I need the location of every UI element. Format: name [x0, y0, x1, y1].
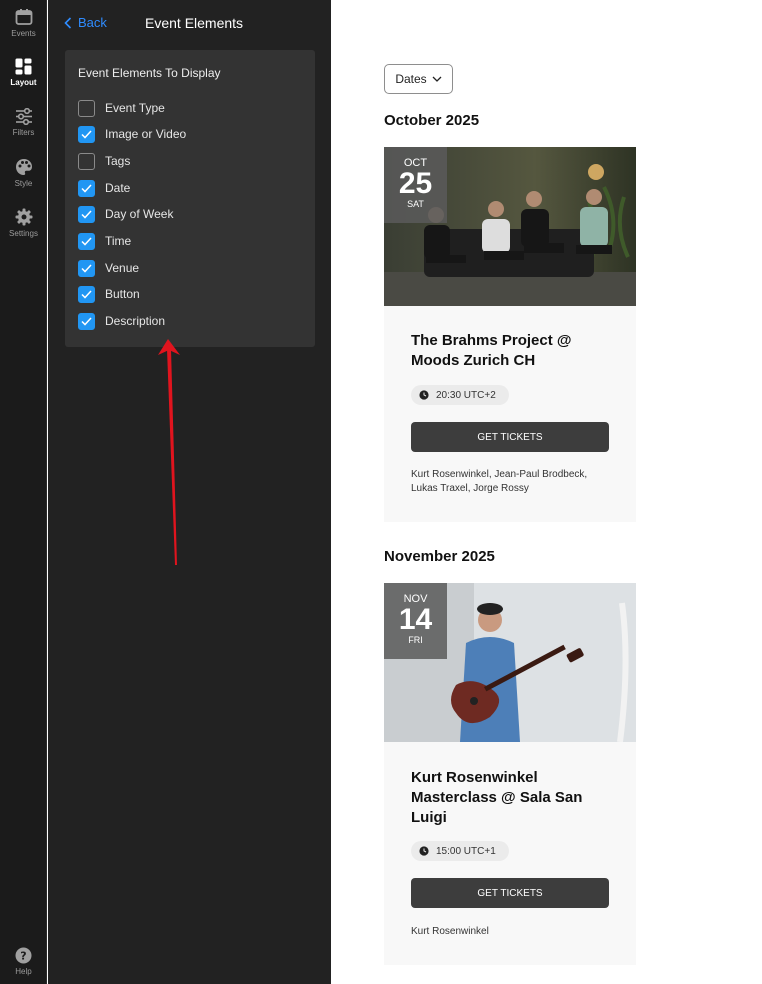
event-image[interactable]: OCT 25 SAT	[384, 147, 636, 306]
event-title[interactable]: Kurt Rosenwinkel Masterclass @ Sala San …	[411, 768, 611, 828]
option-event-type[interactable]: Event Type	[78, 99, 165, 117]
calendar-icon	[15, 9, 32, 25]
option-label: Venue	[105, 261, 140, 275]
option-day-of-week[interactable]: Day of Week	[78, 205, 173, 223]
option-tags[interactable]: Tags	[78, 152, 130, 170]
checkbox[interactable]	[78, 259, 95, 277]
event-time: 20:30 UTC+2	[411, 385, 509, 405]
calendar-preview: Dates October 2025 OCT 25 SAT The Brahms…	[331, 0, 762, 984]
check-icon	[81, 236, 92, 246]
date-weekday: FRI	[408, 635, 423, 645]
rail-label: Style	[14, 179, 33, 188]
sliders-icon	[15, 108, 32, 125]
date-day: 25	[398, 167, 433, 200]
checkbox[interactable]	[78, 312, 95, 330]
option-time[interactable]: Time	[78, 232, 131, 250]
checkbox[interactable]	[78, 99, 95, 117]
event-image[interactable]: NOV 14 FRI	[384, 583, 636, 742]
checkbox[interactable]	[78, 125, 95, 143]
palette-icon	[15, 159, 32, 175]
checkbox[interactable]	[78, 205, 95, 223]
option-label: Image or Video	[105, 127, 187, 141]
option-label: Description	[105, 314, 166, 328]
date-badge: NOV 14 FRI	[384, 583, 447, 659]
event-card: NOV 14 FRI Kurt Rosenwinkel Masterclass …	[384, 583, 636, 965]
rail-item-style[interactable]: Style	[0, 158, 47, 188]
rail-label: Help	[15, 967, 32, 976]
clock-icon	[419, 846, 429, 856]
card-title: Event Elements To Display	[78, 66, 221, 80]
event-description: Kurt Rosenwinkel, Jean-Paul Brodbeck, Lu…	[411, 469, 588, 494]
gear-icon	[15, 208, 32, 226]
date-weekday: SAT	[407, 199, 424, 209]
checkbox[interactable]	[78, 232, 95, 250]
month-heading: October 2025	[384, 112, 480, 129]
get-tickets-button[interactable]: GET TICKETS	[411, 878, 609, 908]
checkbox[interactable]	[78, 152, 95, 170]
back-label: Back	[78, 15, 107, 30]
event-description: Kurt Rosenwinkel	[411, 926, 489, 937]
annotation-arrow	[158, 339, 180, 565]
event-time-text: 15:00 UTC+1	[436, 845, 496, 857]
option-button[interactable]: Button	[78, 285, 140, 303]
layout-icon	[15, 58, 32, 75]
rail-item-events[interactable]: Events	[0, 8, 47, 38]
get-tickets-button[interactable]: GET TICKETS	[411, 422, 609, 452]
rail-item-settings[interactable]: Settings	[0, 208, 47, 238]
rail-item-layout[interactable]: Layout	[0, 58, 47, 87]
rail-label: Settings	[9, 229, 38, 238]
rail-label: Filters	[12, 128, 35, 137]
option-description[interactable]: Description	[78, 312, 165, 330]
dates-dropdown-label: Dates	[395, 72, 427, 86]
option-label: Date	[105, 181, 131, 195]
dates-dropdown[interactable]: Dates	[384, 64, 453, 94]
option-label: Time	[105, 234, 132, 248]
event-card: OCT 25 SAT The Brahms Project @ Moods Zu…	[384, 147, 636, 522]
option-label: Button	[105, 287, 140, 301]
help-icon: ?	[15, 947, 32, 964]
date-badge: OCT 25 SAT	[384, 147, 447, 223]
chevron-left-icon	[64, 16, 72, 29]
month-heading: November 2025	[384, 548, 495, 565]
chevron-down-icon	[432, 76, 442, 82]
svg-text:?: ?	[20, 950, 26, 963]
event-time-text: 20:30 UTC+2	[436, 389, 496, 401]
date-day: 14	[398, 603, 433, 636]
check-icon	[81, 209, 92, 219]
settings-panel: Back Event Elements Event Elements To Di…	[48, 0, 331, 984]
event-elements-card: Event Elements To Display Event Type Ima…	[65, 50, 315, 347]
check-icon	[81, 316, 92, 326]
rail-label: Events	[11, 29, 36, 38]
rail-label: Layout	[10, 78, 37, 87]
option-venue[interactable]: Venue	[78, 259, 139, 277]
option-label: Tags	[105, 154, 131, 168]
check-icon	[81, 183, 92, 193]
check-icon	[81, 263, 92, 273]
checkbox[interactable]	[78, 285, 95, 303]
option-label: Day of Week	[105, 207, 174, 221]
event-title[interactable]: The Brahms Project @ Moods Zurich CH	[411, 331, 611, 371]
option-label: Event Type	[105, 101, 165, 115]
panel-title: Event Elements	[145, 15, 244, 31]
check-icon	[81, 289, 92, 299]
rail-item-help[interactable]: ? Help	[0, 947, 47, 976]
clock-icon	[419, 390, 429, 400]
icon-rail: Events Layout Filters Style Settings ? H…	[0, 0, 47, 984]
checkbox[interactable]	[78, 179, 95, 197]
check-icon	[81, 129, 92, 139]
back-button[interactable]: Back	[64, 15, 107, 30]
event-time: 15:00 UTC+1	[411, 841, 509, 861]
rail-item-filters[interactable]: Filters	[0, 108, 47, 137]
option-date[interactable]: Date	[78, 179, 130, 197]
option-image-or-video[interactable]: Image or Video	[78, 125, 186, 143]
